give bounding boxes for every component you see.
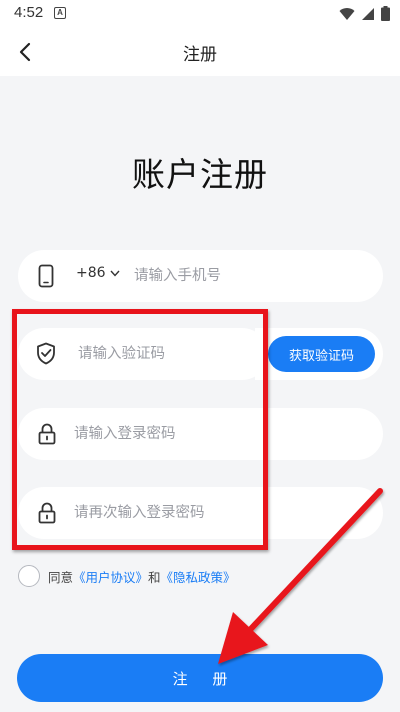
agreement-and: 和 [148,569,161,585]
privacy-policy-link[interactable]: 《隐私政策》 [161,567,236,586]
page-title: 账户注册 [132,155,268,194]
phone-icon [38,264,54,288]
register-form-area: 账户注册 +86 获取验证码 [0,76,400,712]
lock-icon [38,502,56,524]
country-code-select[interactable]: +86 [76,265,120,281]
status-bar: 4:52 A [0,0,400,28]
phone-field: +86 [18,250,383,302]
phone-input[interactable] [134,250,364,302]
signal-icon [362,7,374,20]
notification-a-icon: A [54,7,66,19]
user-agreement-link[interactable]: 《用户协议》 [73,567,148,586]
password-field [18,408,383,460]
password-input[interactable] [74,408,364,460]
country-code-value: +86 [76,265,106,281]
lock-icon [38,423,56,445]
verification-code-input[interactable] [78,328,258,380]
chevron-down-icon [110,270,120,277]
shield-check-icon [37,342,55,365]
app-header: 注册 [0,28,400,76]
confirm-password-input[interactable] [74,487,364,539]
verification-code-field [18,328,268,380]
page-header-title: 注册 [183,45,217,65]
get-code-button[interactable]: 获取验证码 [268,336,375,372]
confirm-password-field [18,487,383,539]
agreement-checkbox[interactable] [18,565,40,587]
wifi-icon [339,7,355,20]
register-button[interactable]: 注 册 [17,654,383,702]
status-time: 4:52 [14,4,44,21]
battery-icon [381,6,390,21]
status-icons [339,6,390,21]
agreement-row: 同意 《用户协议》 和 《隐私政策》 [18,565,236,587]
agreement-prefix: 同意 [48,569,74,585]
